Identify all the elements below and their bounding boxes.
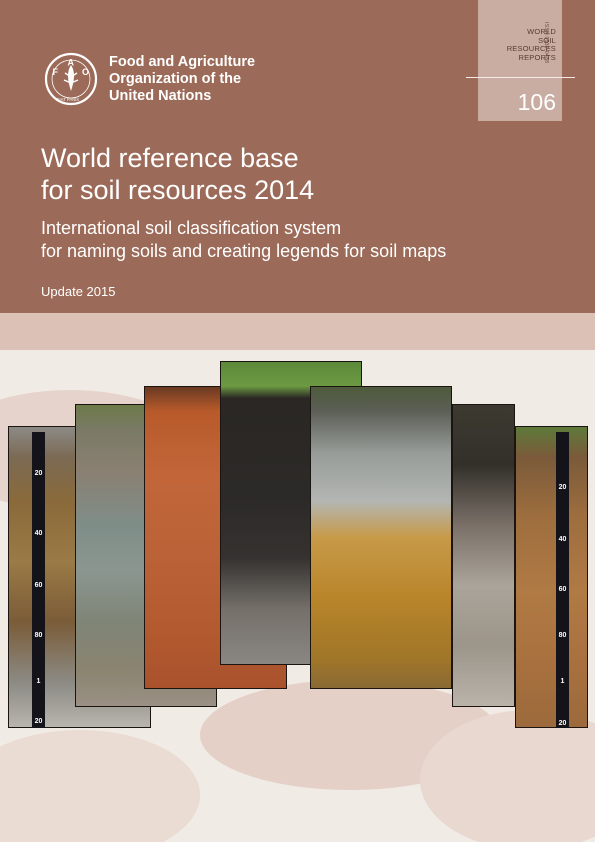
scale-label: 40 [558, 536, 567, 543]
series-divider [466, 77, 575, 78]
organization-name: Food and Agriculture Organization of the… [109, 54, 255, 105]
scale-label: 20 [34, 470, 43, 477]
series-number: 106 [517, 89, 556, 115]
logo-letter-a: A [68, 58, 75, 68]
decorative-band [0, 313, 595, 350]
soil-profile-photo [452, 404, 515, 707]
org-line-2: Organization of the [109, 71, 242, 87]
logo-letter-o: O [82, 67, 89, 77]
scale-label: 20 [558, 720, 567, 727]
depth-scale-left: 20 40 60 80 1 20 [32, 432, 45, 728]
update-label: Update 2015 [41, 284, 116, 299]
background-texture [0, 730, 200, 842]
org-line-3: United Nations [109, 88, 212, 104]
scale-label: 20 [558, 484, 567, 491]
report-subtitle: International soil classification system… [41, 217, 446, 263]
scale-label: 80 [558, 632, 567, 639]
issn-number: ISSN 0532-0488 [543, 22, 549, 64]
fao-logo-icon: F A O FIAT PANIS [44, 52, 98, 106]
title-line-1: World reference base [41, 143, 299, 173]
scale-label: 40 [34, 530, 43, 537]
scale-label: 1 [36, 678, 41, 685]
scale-label: 60 [558, 586, 567, 593]
subtitle-line-2: for naming soils and creating legends fo… [41, 241, 447, 261]
scale-label: 20 [34, 718, 43, 725]
scale-label: 80 [34, 632, 43, 639]
soil-profile-photo [310, 386, 452, 689]
scale-label: 1 [560, 678, 565, 685]
title-line-2: for soil resources 2014 [41, 175, 315, 205]
soil-profile-photo [515, 426, 588, 728]
logo-letter-f: F [53, 67, 59, 77]
org-line-1: Food and Agriculture [109, 54, 256, 70]
depth-scale-right: 20 40 60 80 1 20 [556, 432, 569, 728]
report-title: World reference base for soil resources … [41, 142, 314, 206]
logo-motto: FIAT PANIS [57, 97, 79, 102]
scale-label: 60 [34, 582, 43, 589]
subtitle-line-1: International soil classification system [41, 218, 342, 238]
